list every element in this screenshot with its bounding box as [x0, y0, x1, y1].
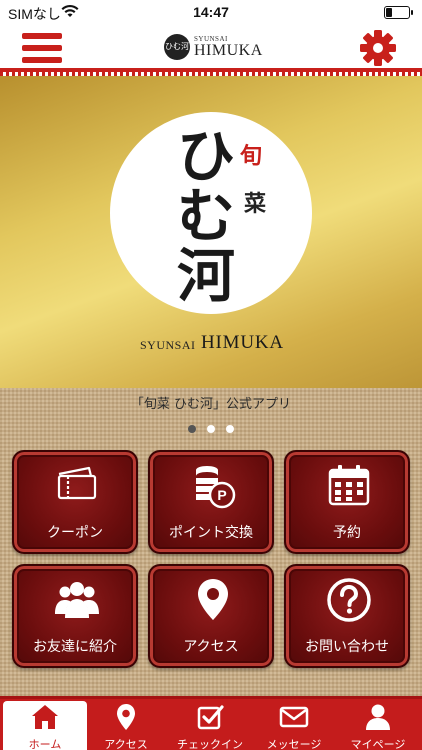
- question-icon: [327, 578, 371, 622]
- hero-logo: ひ む 河: [176, 122, 235, 310]
- tab-checkin[interactable]: チェックイン: [168, 699, 252, 750]
- reservation-label: 予約: [333, 525, 361, 541]
- checkin-icon: [197, 705, 224, 730]
- tab-message[interactable]: メッセージ: [252, 699, 336, 750]
- access-label: アクセス: [183, 639, 239, 655]
- page-indicator[interactable]: [0, 418, 422, 437]
- refer-friend-label: お友達に紹介: [33, 639, 117, 655]
- map-pin-icon: [198, 579, 228, 620]
- tab-message-label: メッセージ: [266, 738, 322, 750]
- hero-name: HIMUKA: [201, 332, 284, 353]
- tab-access[interactable]: アクセス: [84, 699, 168, 750]
- coupon-label: クーポン: [47, 525, 103, 541]
- menu-button[interactable]: [22, 31, 62, 65]
- tab-home-label: ホーム: [28, 738, 62, 750]
- map-pin-icon: [117, 704, 135, 730]
- tab-mypage[interactable]: マイページ: [336, 699, 420, 750]
- ticket-icon: [57, 466, 97, 500]
- home-icon: [32, 705, 58, 729]
- envelope-icon: [279, 706, 309, 728]
- header-title: HIMUKA: [194, 42, 263, 59]
- access-button[interactable]: アクセス: [148, 564, 274, 668]
- people-icon: [55, 582, 99, 618]
- page-dot[interactable]: [226, 425, 235, 433]
- refer-friend-button[interactable]: お友達に紹介: [12, 564, 138, 668]
- coupon-button[interactable]: クーポン: [12, 450, 138, 554]
- hero-mark-sai: 菜: [244, 191, 267, 217]
- contact-button[interactable]: お問い合わせ: [284, 564, 410, 668]
- banner-caption: 「旬菜 ひむ河」公式アプリ: [130, 397, 292, 412]
- status-bar: SIMなし 14:47: [0, 0, 422, 26]
- user-icon: [366, 704, 390, 730]
- points-exchange-label: ポイント交換: [169, 525, 253, 541]
- hero-subtitle: SYUNSAI: [140, 338, 196, 352]
- svg-text:P: P: [217, 487, 226, 503]
- menu-area: 「旬菜 ひむ河」公式アプリ クーポン P ポイント交換 予約 お友達に紹介 アク…: [0, 388, 422, 696]
- tab-access-label: アクセス: [104, 738, 148, 750]
- hero-banner[interactable]: ひ む 河 旬 菜 SYUNSAI HIMUKA: [0, 76, 422, 388]
- contact-label: お問い合わせ: [305, 639, 389, 655]
- battery-icon: [384, 6, 413, 19]
- tab-home[interactable]: ホーム: [3, 701, 87, 750]
- calendar-icon: [328, 465, 370, 506]
- tab-checkin-label: チェックイン: [177, 738, 243, 750]
- bottom-tab-bar: ホーム アクセス チェックイン メッセージ マイページ: [0, 696, 422, 750]
- page-dot[interactable]: [207, 425, 215, 433]
- reservation-button[interactable]: 予約: [284, 450, 410, 554]
- clock: 14:47: [193, 4, 229, 20]
- header-logo-mark: ひむ河: [164, 34, 190, 60]
- page-dot[interactable]: [187, 425, 196, 433]
- points-exchange-button[interactable]: P ポイント交換: [148, 450, 274, 554]
- hero-mark-shun: 旬: [240, 143, 263, 169]
- gear-icon: [360, 30, 396, 66]
- settings-button[interactable]: [359, 29, 397, 67]
- coin-stack-icon: P: [196, 466, 236, 509]
- tab-mypage-label: マイページ: [350, 738, 406, 750]
- app-header: ひむ河 SYUNSAI HIMUKA: [0, 26, 422, 76]
